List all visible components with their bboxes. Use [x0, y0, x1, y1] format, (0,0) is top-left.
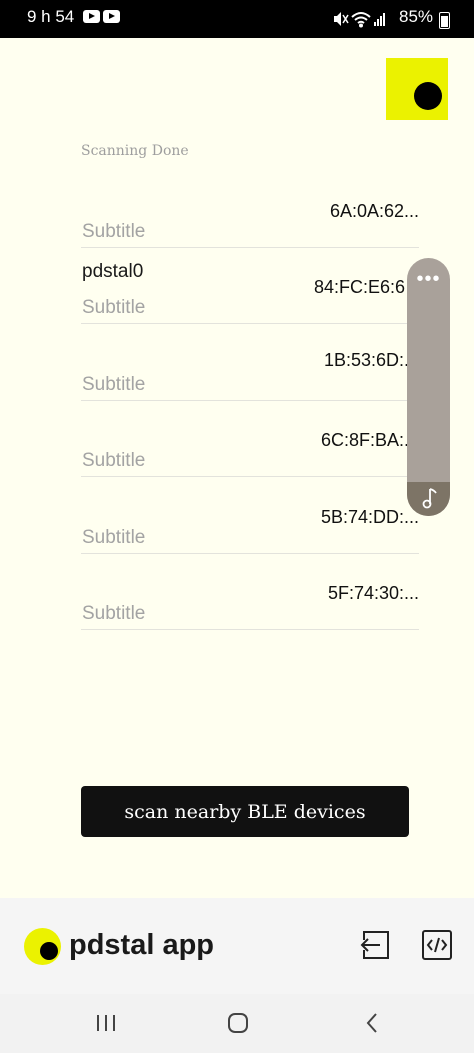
wifi-icon [351, 12, 371, 28]
signal-icon [374, 13, 385, 26]
back-button[interactable] [352, 1008, 392, 1038]
device-item[interactable]: Subtitle 6C:8F:BA:... [81, 400, 419, 477]
device-item[interactable]: pdstal0 Subtitle 84:FC:E6:6 [81, 247, 419, 324]
recents-button[interactable] [86, 1008, 126, 1038]
device-subtitle: Subtitle [82, 374, 146, 395]
back-icon [366, 1013, 377, 1033]
scan-ble-button[interactable]: scan nearby BLE devices [81, 786, 409, 837]
app-logo-square [386, 58, 448, 120]
device-name: pdstal0 [82, 261, 144, 282]
device-mac: 1B:53:6D:... [323, 350, 419, 370]
device-subtitle: Subtitle [82, 603, 146, 624]
battery-icon [439, 12, 450, 29]
floating-side-panel[interactable]: ••• [407, 258, 450, 516]
device-mac: 84:FC:E6:6 [313, 277, 405, 297]
more-dots-icon[interactable]: ••• [407, 268, 450, 291]
device-subtitle: Subtitle [82, 221, 146, 242]
device-subtitle: Subtitle [82, 450, 146, 471]
device-subtitle: Subtitle [82, 527, 146, 548]
status-bar: 9 h 54 85% [0, 0, 474, 38]
device-item[interactable]: Subtitle 1B:53:6D:... [81, 324, 419, 401]
navigation-bar [0, 994, 474, 1053]
device-mac: 5B:74:DD:... [320, 507, 419, 527]
code-icon[interactable] [422, 930, 452, 960]
device-mac: 6C:8F:BA:... [320, 430, 419, 450]
battery-percent: 85% [399, 7, 434, 26]
app-logo [24, 928, 61, 965]
device-mac: 6A:0A:62... [329, 201, 419, 221]
scan-status-text: Scanning Done [81, 143, 189, 159]
music-note-icon [422, 488, 437, 509]
recents-icon [97, 1015, 115, 1031]
app-logo-dot [40, 942, 58, 960]
music-note-button[interactable] [407, 482, 450, 516]
mute-icon [334, 12, 349, 26]
logout-icon[interactable] [360, 930, 390, 960]
youtube-icon [103, 10, 120, 23]
device-item[interactable]: Subtitle 5F:74:30:... [81, 553, 419, 630]
status-icons [334, 12, 385, 28]
device-item[interactable]: Subtitle 6A:0A:62... [81, 171, 419, 248]
device-item[interactable]: Subtitle 5B:74:DD:... [81, 477, 419, 554]
home-button[interactable] [218, 1008, 258, 1038]
home-icon [228, 1013, 248, 1033]
status-time: 9 h 54 [27, 7, 75, 26]
youtube-icon [83, 10, 100, 23]
device-mac: 5F:74:30:... [327, 583, 419, 603]
device-subtitle: Subtitle [82, 297, 146, 318]
app-bar: pdstal app [0, 898, 474, 994]
app-title: pdstal app [69, 929, 215, 961]
logo-dot [414, 82, 442, 110]
